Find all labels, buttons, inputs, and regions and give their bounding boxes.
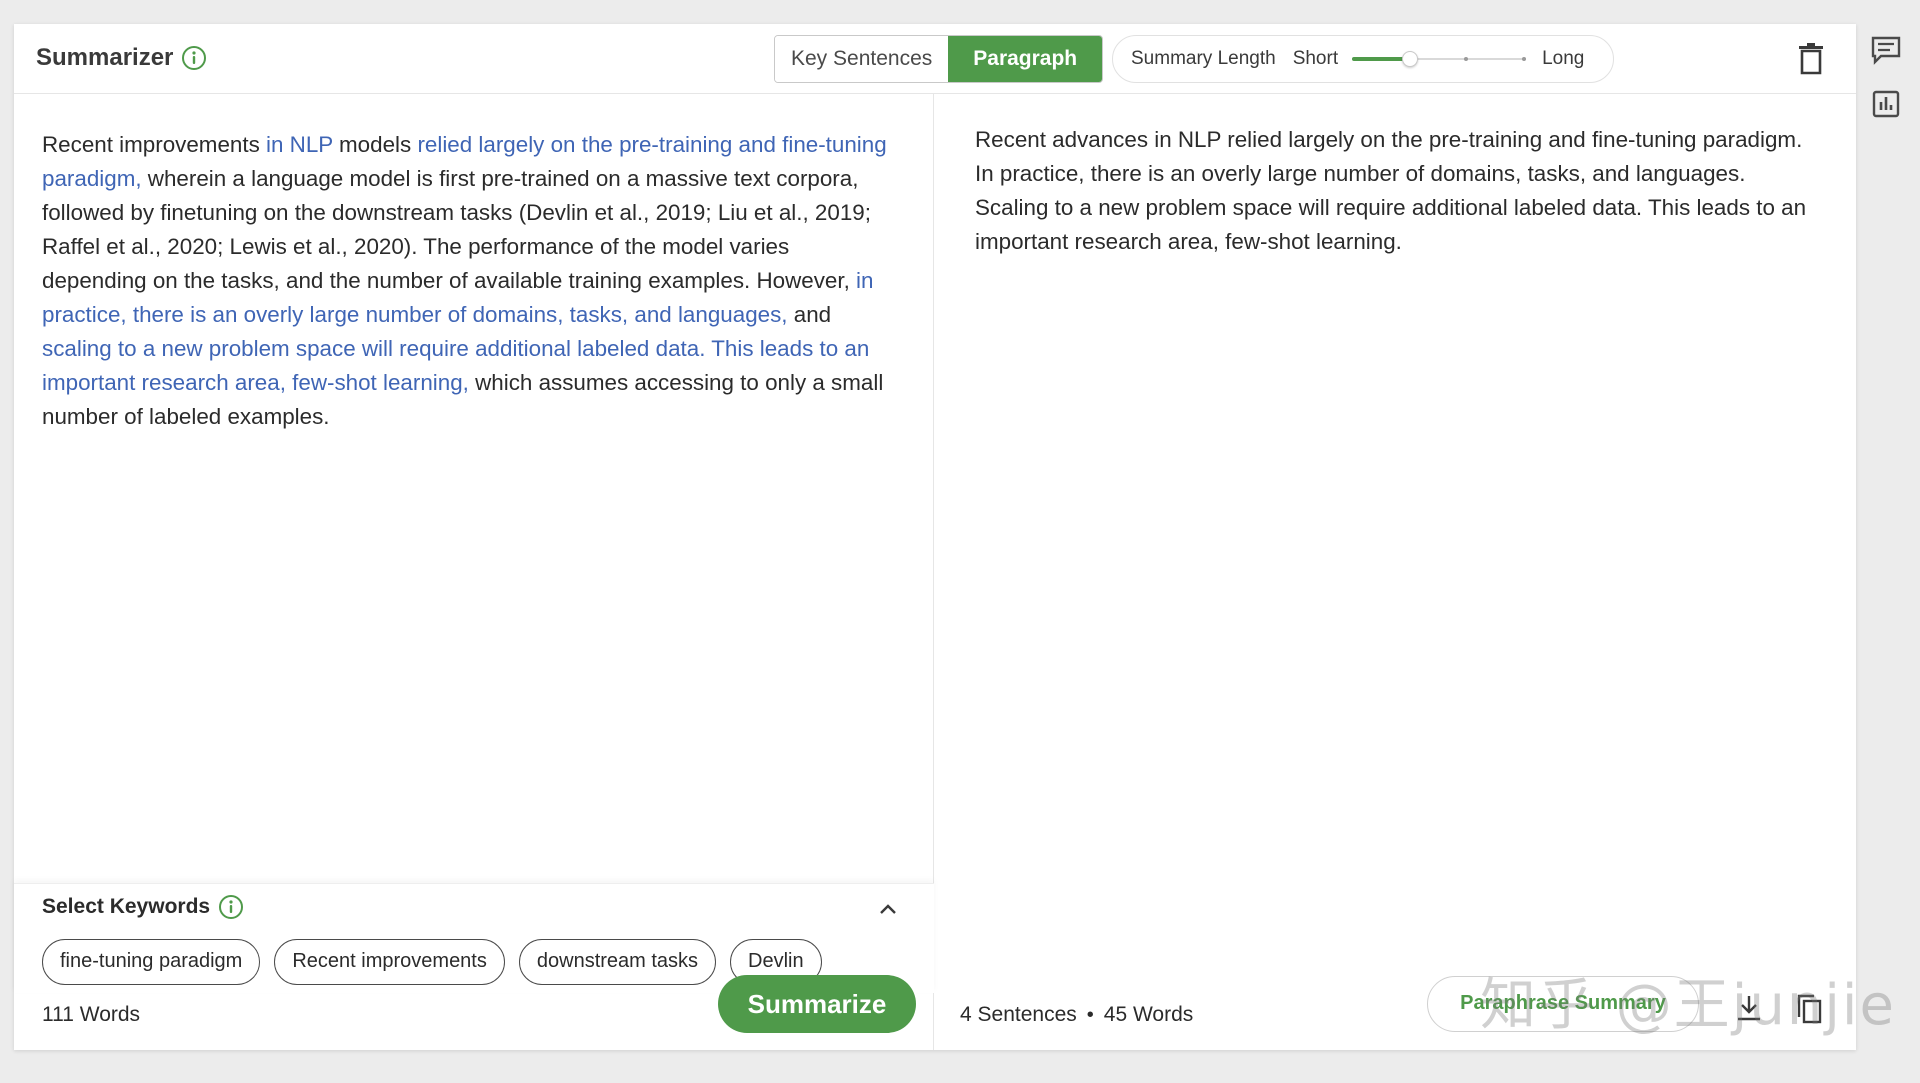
keyword-chip[interactable]: Recent improvements: [274, 939, 505, 985]
app-title: Summarizer: [36, 44, 207, 72]
keywords-title: Select Keywords: [42, 894, 244, 920]
summary-sentence-count: 4 Sentences: [960, 1003, 1077, 1026]
text-segment: models: [332, 132, 418, 157]
summary-length-label: Summary Length: [1131, 48, 1276, 69]
slider-tick: [1464, 57, 1469, 61]
mode-toggle: Key Sentences Paragraph: [774, 35, 1104, 83]
stats-separator: •: [1086, 1003, 1094, 1026]
app-title-text: Summarizer: [36, 44, 174, 71]
summary-output-text: Recent advances in NLP relied largely on…: [975, 127, 1807, 254]
summary-length-long-label: Long: [1542, 48, 1585, 69]
slider-fill: [1352, 57, 1410, 61]
summary-length-slider[interactable]: [1352, 49, 1527, 69]
input-footer: 111 Words Summarize: [14, 975, 934, 1050]
input-panel: Recent improvements in NLP models relied…: [14, 94, 934, 1050]
keyword-chip[interactable]: downstream tasks: [518, 939, 717, 985]
source-text-editor[interactable]: Recent improvements in NLP models relied…: [42, 128, 887, 434]
text-segment: and: [787, 302, 832, 327]
mode-paragraph-button[interactable]: Paragraph: [948, 36, 1103, 82]
keyword-chip[interactable]: fine-tuning paradigm: [42, 939, 261, 985]
text-segment: Recent improvements: [42, 132, 266, 157]
text-segment: wherein a language model is first pre-tr…: [42, 166, 871, 293]
watermark: 知乎 @王junjie: [1480, 973, 1896, 1038]
output-panel: Recent advances in NLP relied largely on…: [935, 94, 1856, 1050]
info-icon[interactable]: [218, 894, 244, 920]
trash-icon[interactable]: [1796, 42, 1826, 76]
summary-stats: 4 Sentences • 45 Words: [960, 1003, 1193, 1027]
summarize-button[interactable]: Summarize: [718, 975, 916, 1033]
highlighted-segment: in NLP: [266, 132, 333, 157]
slider-thumb[interactable]: [1401, 51, 1418, 67]
keyword-chips: fine-tuning paradigm Recent improvements…: [42, 939, 822, 985]
summary-word-count: 45 Words: [1103, 1003, 1194, 1026]
mode-key-sentences-button[interactable]: Key Sentences: [775, 36, 949, 82]
info-icon[interactable]: [181, 45, 207, 71]
keywords-title-text: Select Keywords: [42, 895, 211, 918]
summary-length-control: Summary Length Short Long: [1112, 35, 1614, 83]
input-word-count: 111 Words: [42, 1003, 141, 1026]
toolbar: Summarizer Key Sentences Paragraph Summa…: [14, 24, 1856, 94]
summarizer-app: Summarizer Key Sentences Paragraph Summa…: [14, 24, 1856, 1050]
chart-icon[interactable]: [1870, 88, 1902, 120]
summary-length-short-label: Short: [1292, 48, 1339, 69]
slider-tick: [1522, 57, 1527, 61]
chevron-up-icon[interactable]: [876, 898, 900, 922]
comment-icon[interactable]: [1870, 34, 1902, 66]
